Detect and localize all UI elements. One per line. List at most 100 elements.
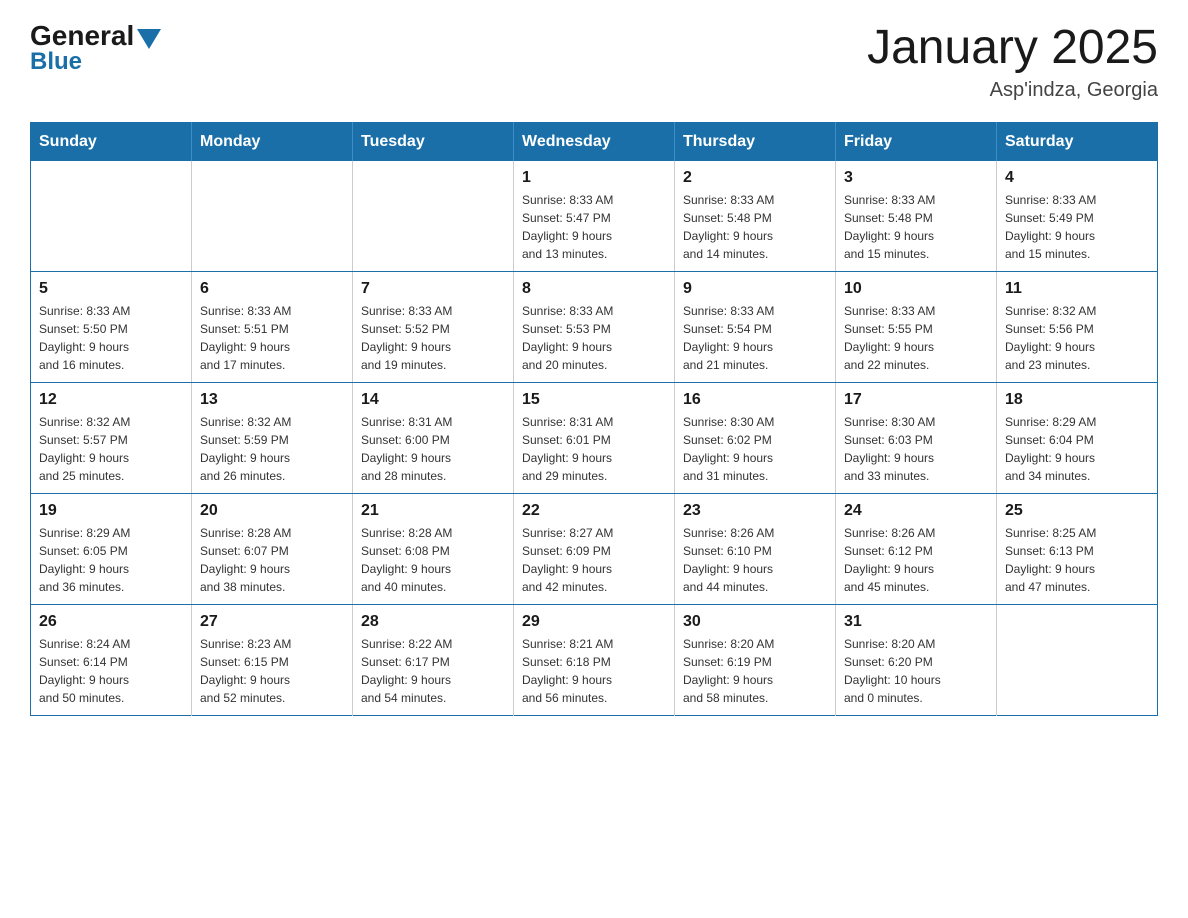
day-info: Sunrise: 8:29 AMSunset: 6:05 PMDaylight:… xyxy=(39,524,183,596)
day-number: 6 xyxy=(200,280,344,298)
day-info: Sunrise: 8:32 AMSunset: 5:57 PMDaylight:… xyxy=(39,413,183,485)
calendar-week-row: 1 Sunrise: 8:33 AMSunset: 5:47 PMDaylight… xyxy=(31,161,1158,272)
calendar-cell: 5Sunrise: 8:33 AMSunset: 5:50 PMDaylight… xyxy=(31,272,192,383)
day-number: 26 xyxy=(39,613,183,631)
calendar-cell xyxy=(353,161,514,272)
day-info: Sunrise: 8:33 AMSunset: 5:55 PMDaylight:… xyxy=(844,302,988,374)
day-info: Sunrise: 8:33 AMSunset: 5:48 PMDaylight:… xyxy=(844,191,988,263)
calendar-cell: 16 Sunrise: 8:30 AMSunset: 6:02 PMDayligh… xyxy=(675,383,836,494)
day-number: 8 xyxy=(522,280,666,298)
calendar-cell: 15Sunrise: 8:31 AMSunset: 6:01 PMDayligh… xyxy=(514,383,675,494)
day-number: 13 xyxy=(200,391,344,409)
day-info: Sunrise: 8:21 AMSunset: 6:18 PMDaylight:… xyxy=(522,635,666,707)
calendar-cell: 10Sunrise: 8:33 AMSunset: 5:55 PMDayligh… xyxy=(836,272,997,383)
calendar-cell xyxy=(31,161,192,272)
day-info: Sunrise: 8:33 AMSunset: 5:52 PMDaylight:… xyxy=(361,302,505,374)
calendar-cell: 31 Sunrise: 8:20 AMSunset: 6:20 PMDayligh… xyxy=(836,605,997,716)
calendar-week-row: 12 Sunrise: 8:32 AMSunset: 5:57 PMDayligh… xyxy=(31,383,1158,494)
calendar-cell: 13 Sunrise: 8:32 AMSunset: 5:59 PMDayligh… xyxy=(192,383,353,494)
day-info: Sunrise: 8:32 AMSunset: 5:56 PMDaylight:… xyxy=(1005,302,1149,374)
calendar-cell: 20Sunrise: 8:28 AMSunset: 6:07 PMDayligh… xyxy=(192,494,353,605)
day-of-week-header: Monday xyxy=(192,123,353,162)
day-number: 17 xyxy=(844,391,988,409)
day-info: Sunrise: 8:25 AMSunset: 6:13 PMDaylight:… xyxy=(1005,524,1149,596)
calendar-header: SundayMondayTuesdayWednesdayThursdayFrid… xyxy=(31,123,1158,162)
day-number: 12 xyxy=(39,391,183,409)
calendar-cell: 7 Sunrise: 8:33 AMSunset: 5:52 PMDaylight… xyxy=(353,272,514,383)
day-number: 11 xyxy=(1005,280,1149,298)
calendar-cell: 19 Sunrise: 8:29 AMSunset: 6:05 PMDayligh… xyxy=(31,494,192,605)
day-number: 22 xyxy=(522,502,666,520)
calendar-cell: 8 Sunrise: 8:33 AMSunset: 5:53 PMDaylight… xyxy=(514,272,675,383)
day-info: Sunrise: 8:28 AMSunset: 6:08 PMDaylight:… xyxy=(361,524,505,596)
day-info: Sunrise: 8:33 AMSunset: 5:51 PMDaylight:… xyxy=(200,302,344,374)
day-number: 3 xyxy=(844,169,988,187)
day-number: 9 xyxy=(683,280,827,298)
day-number: 4 xyxy=(1005,169,1149,187)
day-number: 25 xyxy=(1005,502,1149,520)
day-number: 19 xyxy=(39,502,183,520)
calendar-cell: 6 Sunrise: 8:33 AMSunset: 5:51 PMDaylight… xyxy=(192,272,353,383)
day-info: Sunrise: 8:20 AMSunset: 6:19 PMDaylight:… xyxy=(683,635,827,707)
calendar-cell: 23 Sunrise: 8:26 AMSunset: 6:10 PMDayligh… xyxy=(675,494,836,605)
logo-arrow-icon xyxy=(137,29,161,49)
day-info: Sunrise: 8:22 AMSunset: 6:17 PMDaylight:… xyxy=(361,635,505,707)
day-number: 18 xyxy=(1005,391,1149,409)
day-info: Sunrise: 8:30 AMSunset: 6:02 PMDaylight:… xyxy=(683,413,827,485)
day-number: 24 xyxy=(844,502,988,520)
calendar-cell: 21 Sunrise: 8:28 AMSunset: 6:08 PMDayligh… xyxy=(353,494,514,605)
day-of-week-header: Tuesday xyxy=(353,123,514,162)
calendar-cell: 17Sunrise: 8:30 AMSunset: 6:03 PMDayligh… xyxy=(836,383,997,494)
day-info: Sunrise: 8:31 AMSunset: 6:01 PMDaylight:… xyxy=(522,413,666,485)
day-info: Sunrise: 8:28 AMSunset: 6:07 PMDaylight:… xyxy=(200,524,344,596)
calendar-cell: 29 Sunrise: 8:21 AMSunset: 6:18 PMDayligh… xyxy=(514,605,675,716)
day-info: Sunrise: 8:33 AMSunset: 5:47 PMDaylight:… xyxy=(522,191,666,263)
day-number: 2 xyxy=(683,169,827,187)
calendar-cell: 24 Sunrise: 8:26 AMSunset: 6:12 PMDayligh… xyxy=(836,494,997,605)
days-of-week-row: SundayMondayTuesdayWednesdayThursdayFrid… xyxy=(31,123,1158,162)
title-section: January 2025 Asp'indza, Georgia xyxy=(867,20,1158,102)
logo-blue-text: Blue xyxy=(30,48,82,76)
day-number: 16 xyxy=(683,391,827,409)
day-info: Sunrise: 8:29 AMSunset: 6:04 PMDaylight:… xyxy=(1005,413,1149,485)
day-of-week-header: Wednesday xyxy=(514,123,675,162)
day-number: 1 xyxy=(522,169,666,187)
calendar-cell: 27 Sunrise: 8:23 AMSunset: 6:15 PMDayligh… xyxy=(192,605,353,716)
calendar-cell: 28Sunrise: 8:22 AMSunset: 6:17 PMDayligh… xyxy=(353,605,514,716)
calendar-cell: 2Sunrise: 8:33 AMSunset: 5:48 PMDaylight… xyxy=(675,161,836,272)
calendar-cell xyxy=(192,161,353,272)
calendar-cell: 3 Sunrise: 8:33 AMSunset: 5:48 PMDaylight… xyxy=(836,161,997,272)
day-info: Sunrise: 8:26 AMSunset: 6:12 PMDaylight:… xyxy=(844,524,988,596)
calendar-cell: 9 Sunrise: 8:33 AMSunset: 5:54 PMDaylight… xyxy=(675,272,836,383)
calendar-cell: 12 Sunrise: 8:32 AMSunset: 5:57 PMDayligh… xyxy=(31,383,192,494)
day-number: 30 xyxy=(683,613,827,631)
calendar-cell: 25 Sunrise: 8:25 AMSunset: 6:13 PMDayligh… xyxy=(997,494,1158,605)
day-number: 29 xyxy=(522,613,666,631)
day-info: Sunrise: 8:26 AMSunset: 6:10 PMDaylight:… xyxy=(683,524,827,596)
day-number: 23 xyxy=(683,502,827,520)
day-info: Sunrise: 8:27 AMSunset: 6:09 PMDaylight:… xyxy=(522,524,666,596)
calendar-cell xyxy=(997,605,1158,716)
day-number: 21 xyxy=(361,502,505,520)
day-info: Sunrise: 8:33 AMSunset: 5:54 PMDaylight:… xyxy=(683,302,827,374)
logo: General Blue xyxy=(30,20,161,76)
calendar-subtitle: Asp'indza, Georgia xyxy=(867,79,1158,102)
calendar-cell: 22 Sunrise: 8:27 AMSunset: 6:09 PMDayligh… xyxy=(514,494,675,605)
calendar-cell: 4 Sunrise: 8:33 AMSunset: 5:49 PMDaylight… xyxy=(997,161,1158,272)
calendar-week-row: 19 Sunrise: 8:29 AMSunset: 6:05 PMDayligh… xyxy=(31,494,1158,605)
day-info: Sunrise: 8:33 AMSunset: 5:50 PMDaylight:… xyxy=(39,302,183,374)
day-of-week-header: Sunday xyxy=(31,123,192,162)
day-info: Sunrise: 8:32 AMSunset: 5:59 PMDaylight:… xyxy=(200,413,344,485)
day-of-week-header: Friday xyxy=(836,123,997,162)
day-info: Sunrise: 8:20 AMSunset: 6:20 PMDaylight:… xyxy=(844,635,988,707)
day-number: 27 xyxy=(200,613,344,631)
day-of-week-header: Thursday xyxy=(675,123,836,162)
day-number: 31 xyxy=(844,613,988,631)
calendar-cell: 1 Sunrise: 8:33 AMSunset: 5:47 PMDaylight… xyxy=(514,161,675,272)
calendar-cell: 11 Sunrise: 8:32 AMSunset: 5:56 PMDayligh… xyxy=(997,272,1158,383)
day-info: Sunrise: 8:33 AMSunset: 5:49 PMDaylight:… xyxy=(1005,191,1149,263)
day-info: Sunrise: 8:33 AMSunset: 5:53 PMDaylight:… xyxy=(522,302,666,374)
day-of-week-header: Saturday xyxy=(997,123,1158,162)
day-number: 7 xyxy=(361,280,505,298)
day-info: Sunrise: 8:23 AMSunset: 6:15 PMDaylight:… xyxy=(200,635,344,707)
